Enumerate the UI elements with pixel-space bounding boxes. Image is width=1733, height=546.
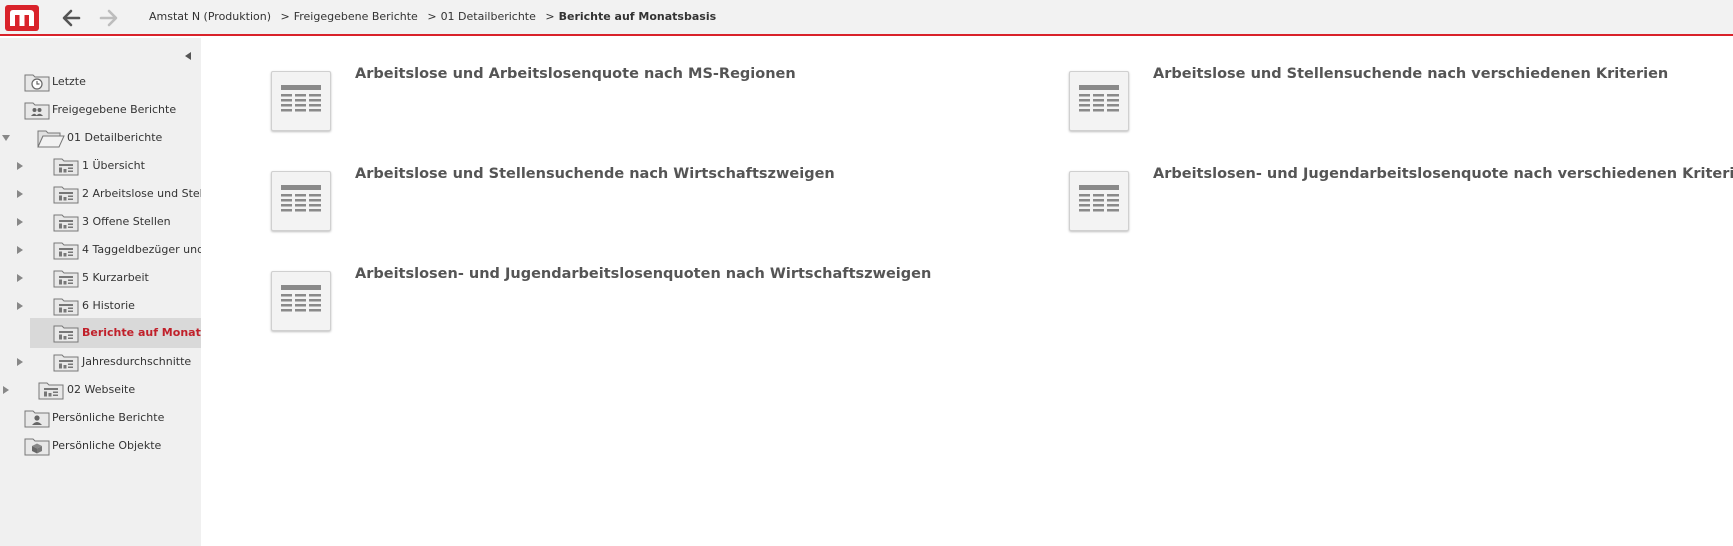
- sidebar-item-4-taggeldbezueger[interactable]: 4 Taggeldbezüger und Aussteuerungen: [0, 236, 201, 264]
- table-report-icon: [1069, 71, 1129, 131]
- breadcrumb-separator: >: [280, 10, 290, 23]
- triangle-right-icon[interactable]: [1, 385, 11, 395]
- sidebar-item-letzte[interactable]: Letzte: [0, 68, 201, 96]
- open-folder-icon: [37, 130, 65, 148]
- sidebar-item-freigegebene-berichte[interactable]: Freigegebene Berichte: [0, 96, 201, 124]
- breadcrumb-item[interactable]: 01 Detailberichte: [441, 10, 536, 23]
- sidebar-item-label: 01 Detailberichte: [67, 131, 163, 144]
- sidebar-item-persoenliche-berichte[interactable]: Persönliche Berichte: [0, 404, 201, 432]
- sidebar-item-label: 4 Taggeldbezüger und Aussteuerungen: [82, 243, 201, 256]
- top-bar: Amstat N (Produktion) > Freigegebene Beri…: [0, 0, 1733, 36]
- report-folder-icon: [53, 242, 79, 260]
- shared-folder-icon: [24, 102, 50, 120]
- arrow-left-icon: [62, 9, 81, 27]
- sidebar-item-1-uebersicht[interactable]: 1 Übersicht: [0, 152, 201, 180]
- report-title[interactable]: Arbeitslosen- und Jugendarbeitslosenquot…: [355, 266, 931, 282]
- table-report-icon: [271, 271, 331, 331]
- report-folder-icon: [38, 382, 64, 400]
- report-folder-icon: [53, 158, 79, 176]
- triangle-right-icon[interactable]: [15, 189, 25, 199]
- triangle-right-icon[interactable]: [15, 161, 25, 171]
- report-title[interactable]: Arbeitslose und Arbeitslosenquote nach M…: [355, 66, 796, 82]
- sidebar-item-02-webseite[interactable]: 02 Webseite: [0, 376, 201, 404]
- triangle-right-icon[interactable]: [15, 357, 25, 367]
- breadcrumb-current: Berichte auf Monatsbasis: [558, 10, 717, 23]
- report-title[interactable]: Arbeitslosen- und Jugendarbeitslosenquot…: [1153, 166, 1733, 182]
- breadcrumb-item[interactable]: Amstat N (Produktion): [149, 10, 271, 23]
- collapse-sidebar-button[interactable]: [183, 46, 193, 60]
- sidebar-item-label: 5 Kurzarbeit: [82, 271, 149, 284]
- report-folder-icon: [53, 325, 79, 343]
- breadcrumb-separator: >: [545, 10, 555, 23]
- report-folder-icon: [53, 186, 79, 204]
- report-folder-icon: [53, 298, 79, 316]
- sidebar-item-label: Jahresdurchschnitte: [82, 355, 192, 368]
- triangle-right-icon[interactable]: [15, 245, 25, 255]
- cube-folder-icon: [24, 438, 50, 456]
- sidebar-item-label: 02 Webseite: [67, 383, 136, 396]
- sidebar-item-01-detailberichte[interactable]: 01 Detailberichte: [0, 124, 201, 152]
- report-list: Arbeitslose und Arbeitslosenquote nach M…: [201, 38, 1733, 546]
- breadcrumb-item[interactable]: Freigegebene Berichte: [294, 10, 418, 23]
- sidebar-item-label: Berichte auf Monatsbasis: [82, 326, 201, 339]
- sidebar-item-label: Letzte: [52, 75, 86, 88]
- forward-button[interactable]: [97, 6, 121, 30]
- sidebar-item-label: 6 Historie: [82, 299, 135, 312]
- triangle-right-icon[interactable]: [15, 273, 25, 283]
- sidebar-item-label: 3 Offene Stellen: [82, 215, 171, 228]
- sidebar-item-2-arbeitslose[interactable]: 2 Arbeitslose und Stellensuchende: [0, 180, 201, 208]
- triangle-right-icon[interactable]: [15, 217, 25, 227]
- sidebar-item-5-kurzarbeit[interactable]: 5 Kurzarbeit: [0, 264, 201, 292]
- sidebar-item-jahresdurchschnitte[interactable]: Jahresdurchschnitte: [0, 348, 201, 376]
- m-logo[interactable]: [5, 5, 39, 31]
- sidebar-item-label: Persönliche Objekte: [52, 439, 162, 452]
- report-title[interactable]: Arbeitslose und Stellensuchende nach Wir…: [355, 166, 835, 182]
- clock-folder-icon: [24, 74, 50, 92]
- sidebar-item-label: Persönliche Berichte: [52, 411, 165, 424]
- report-folder-icon: [53, 354, 79, 372]
- table-report-icon: [271, 71, 331, 131]
- sidebar-item-label: 1 Übersicht: [82, 159, 145, 172]
- triangle-down-icon[interactable]: [1, 133, 11, 143]
- sidebar-item-label: 2 Arbeitslose und Stellensuchende: [82, 187, 201, 200]
- triangle-left-icon: [185, 52, 191, 60]
- sidebar-item-persoenliche-objekte[interactable]: Persönliche Objekte: [0, 432, 201, 460]
- breadcrumb: Amstat N (Produktion) > Freigegebene Beri…: [149, 10, 716, 23]
- table-report-icon: [271, 171, 331, 231]
- sidebar: Letzte Freigegebene Berichte 01 Detailbe…: [0, 38, 201, 546]
- sidebar-item-label: Freigegebene Berichte: [52, 103, 177, 116]
- back-button[interactable]: [59, 6, 83, 30]
- report-title[interactable]: Arbeitslose und Stellensuchende nach ver…: [1153, 66, 1668, 82]
- report-folder-icon: [53, 214, 79, 232]
- report-folder-icon: [53, 270, 79, 288]
- table-report-icon: [1069, 171, 1129, 231]
- sidebar-item-berichte-auf-monatsbasis[interactable]: Berichte auf Monatsbasis: [30, 318, 201, 348]
- arrow-right-icon: [99, 9, 118, 27]
- sidebar-item-6-historie[interactable]: 6 Historie: [0, 292, 201, 320]
- triangle-right-icon[interactable]: [15, 301, 25, 311]
- sidebar-item-3-offene-stellen[interactable]: 3 Offene Stellen: [0, 208, 201, 236]
- personal-folder-icon: [24, 410, 50, 428]
- breadcrumb-separator: >: [427, 10, 437, 23]
